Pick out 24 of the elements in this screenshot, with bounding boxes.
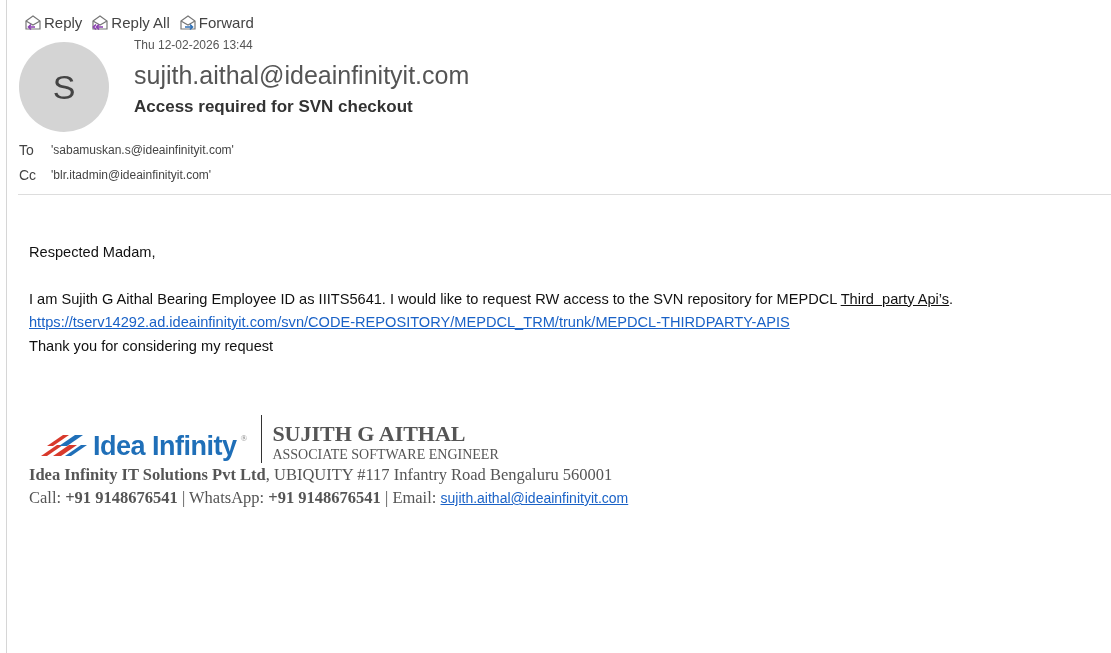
forward-button[interactable]: Forward [177, 11, 254, 33]
avatar: S [19, 42, 109, 132]
subject: Access required for SVN checkout [134, 97, 414, 117]
contact-line: Call: +91 9148676541 | WhatsApp: +91 9148676541 | Email: sujith.aithal@ideainfinityit.com [29, 487, 630, 509]
recipient-address: 'sabamuskan.s@ideainfinityit.com' [51, 143, 234, 157]
sent-date: Thu 12-02-2026 13:44 [134, 38, 254, 52]
repository-link[interactable]: https://tserv14292.ad.ideainfinityit.com/svn/CODE-REPOSITORY/MEPDCL_TRM/trunk/MEPDCL-THIRDPARTY-APIS [29, 314, 790, 330]
reply-icon [23, 13, 43, 31]
email-link[interactable]: sujith.aithal@ideainfinityit.com [440, 490, 629, 506]
job-title: ASSOCIATE SOFTWARE ENGINEER [272, 447, 499, 463]
closing-line: Thank you for considering my request [29, 336, 275, 356]
company-address: Idea Infinity IT Solutions Pvt Ltd, UBIQUITY #117 Infantry Road Bengaluru 560001 [29, 464, 614, 486]
greeting: Respected Madam, [29, 243, 157, 262]
recipient-label: To [19, 142, 35, 158]
reply-all-icon [90, 13, 111, 31]
body-paragraph: I am Sujith G Aithal Bearing Employee ID as IIITS5641. I would like to request RW access to the SVN repository for MEPDCL Third party Api’s. [29, 289, 955, 309]
recipient-address: 'blr.itadmin@ideainfinityit.com' [51, 168, 213, 182]
sender-address: sujith.aithal@ideainfinityit.com [134, 61, 471, 90]
signature-name: SUJITH G AITHAL [272, 421, 467, 447]
company-logo: Idea Infinity® [29, 415, 263, 463]
reply-button[interactable]: Reply [23, 11, 83, 33]
recipient-label: Cc [19, 167, 38, 183]
forward-icon [177, 13, 198, 31]
reply-all-button[interactable]: Reply All [90, 11, 170, 33]
